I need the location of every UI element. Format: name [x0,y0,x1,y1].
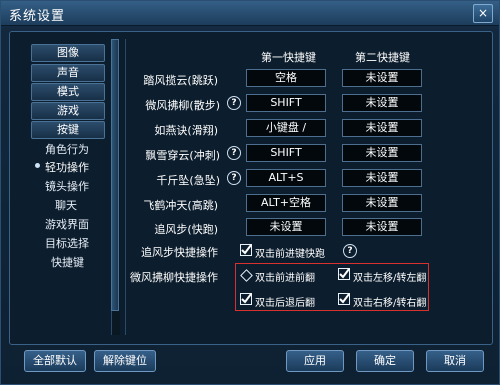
breeze-option-forward-label[interactable]: 双击前进前翻 [255,269,315,284]
sidebar-item-camera[interactable]: 镜头操作 [45,178,89,194]
breeze-option-left-label[interactable]: 双击左移/转左翻 [353,269,426,284]
sidebar-item-label: 轻功操作 [45,161,89,174]
sidebar-item-character-action[interactable]: 角色行为 [45,141,89,157]
sidebar-scrollbar-thumb[interactable] [111,39,119,311]
chase-step-label: 追风步快捷操作 [141,246,218,259]
breeze-option-back-label[interactable]: 双击后退后翻 [255,294,315,309]
breeze-label: 微风拂柳快捷操作 [130,271,218,284]
breeze-option-back-checkbox[interactable] [240,293,252,305]
ok-button[interactable]: 确定 [356,350,414,372]
primary-key-field[interactable]: ALT+空格 [246,194,326,212]
help-icon[interactable]: ? [227,146,241,160]
primary-key-field[interactable]: 未设置 [246,218,326,236]
sidebar-item-ui[interactable]: 游戏界面 [45,216,89,232]
sidebar-button-game[interactable]: 游戏 [31,102,105,120]
close-icon: × [477,6,489,20]
sidebar-item-hotkeys[interactable]: 快捷键 [51,254,84,270]
column-header-primary: 第一快捷键 [261,51,316,64]
breeze-option-right-checkbox[interactable] [338,293,350,305]
row-label: 如燕诀(滑翔) [154,124,218,137]
help-icon[interactable]: ? [343,244,357,258]
primary-key-field[interactable]: ALT+S [246,169,326,187]
reset-all-button[interactable]: 全部默认 [24,350,86,372]
row-label: 飞鹤冲天(高跳) [143,199,218,212]
sidebar-item-chat[interactable]: 聊天 [55,197,77,213]
apply-button[interactable]: 应用 [286,350,344,372]
close-button[interactable]: × [473,4,493,23]
sidebar-item-qinggong[interactable]: 轻功操作 [35,159,89,175]
cancel-button[interactable]: 取消 [426,350,484,372]
primary-key-field[interactable]: 空格 [246,69,326,87]
secondary-key-field[interactable]: 未设置 [342,94,422,112]
column-header-secondary: 第二快捷键 [355,51,410,64]
secondary-key-field[interactable]: 未设置 [342,144,422,162]
title-bar[interactable]: 系统设置 × [1,1,499,26]
secondary-key-field[interactable]: 未设置 [342,169,422,187]
secondary-key-field[interactable]: 未设置 [342,218,422,236]
help-icon[interactable]: ? [227,96,241,110]
row-label: 千斤坠(急坠) [156,174,220,187]
help-icon[interactable]: ? [227,171,241,185]
row-label: 飘雪穿云(冲刺) [145,149,220,162]
chase-step-option-label[interactable]: 双击前进键快跑 [255,245,325,260]
secondary-key-field[interactable]: 未设置 [342,119,422,137]
sidebar-button-graphics[interactable]: 图像 [31,44,105,62]
primary-key-field[interactable]: SHIFT [246,144,326,162]
unbind-button[interactable]: 解除键位 [94,350,156,372]
sidebar-button-mode[interactable]: 模式 [31,83,105,101]
primary-key-field[interactable]: SHIFT [246,94,326,112]
primary-key-field[interactable]: 小键盘 / [246,119,326,137]
checkmark-icon [240,244,252,256]
active-bullet-icon [35,163,40,168]
window-title: 系统设置 [9,9,66,24]
sidebar-button-sound[interactable]: 声音 [31,64,105,82]
checkmark-icon [240,293,252,305]
secondary-key-field[interactable]: 未设置 [342,69,422,87]
row-label: 踏风揽云(跳跃) [143,74,218,87]
breeze-option-right-label[interactable]: 双击右移/转右翻 [353,294,426,309]
row-label: 微风拂柳(散步) [145,99,220,112]
checkmark-icon [338,268,350,280]
row-label: 追风步(快跑) [154,223,218,236]
chase-step-checkbox[interactable] [240,244,252,256]
sidebar-item-target[interactable]: 目标选择 [45,235,89,251]
secondary-key-field[interactable]: 未设置 [342,194,422,212]
settings-window: 系统设置 × 图像 声音 模式 游戏 按键 角色行为 轻功操作 镜头操作 聊天 … [0,0,500,385]
breeze-option-left-checkbox[interactable] [338,268,350,280]
sidebar-button-keys[interactable]: 按键 [31,121,105,139]
checkmark-icon [338,293,350,305]
